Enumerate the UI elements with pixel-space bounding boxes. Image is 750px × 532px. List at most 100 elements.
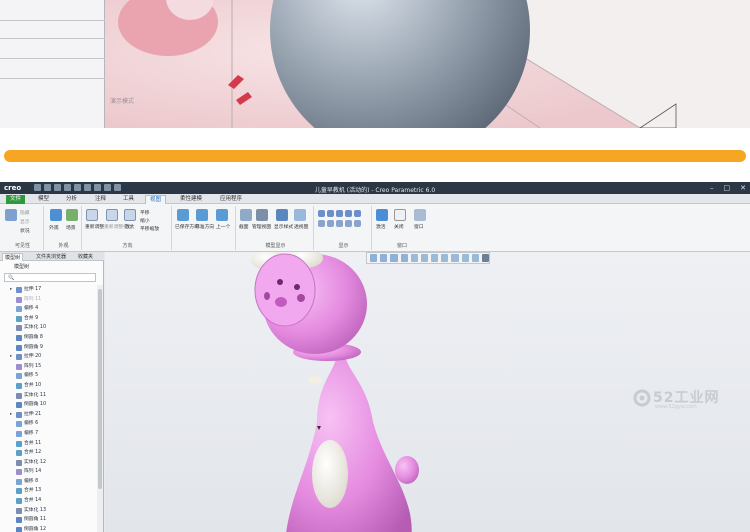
repaint-icon[interactable] [400,254,408,262]
tab-model-tree[interactable]: 模型树 [2,253,24,261]
standard-orientation-button[interactable]: 标准方向 [195,223,214,230]
display-style-icon[interactable] [276,209,288,221]
tree-item[interactable]: ▸ 拉伸 17 [0,285,96,295]
previous-view-icon[interactable] [216,209,228,221]
tree-item[interactable]: 实体化 13 [0,506,96,516]
tree-item[interactable]: 合并 13 [0,486,96,496]
show-button[interactable]: 显示 [20,218,30,225]
expand-arrow-icon[interactable]: ▸ [10,410,12,420]
section-icon[interactable] [240,209,252,221]
saved-views-toolbar-icon[interactable] [420,254,429,262]
annotation-toolbar-icon[interactable] [461,254,469,262]
refit-icon[interactable] [86,209,98,221]
zoom-out-button[interactable]: 缩小 [140,217,150,224]
scene-icon[interactable] [66,209,78,221]
datum-display-toolbar-icon[interactable] [451,254,459,262]
tree-item[interactable]: 倒圆角 9 [0,343,96,353]
tree-item[interactable]: 偏移 7 [0,429,96,439]
refit-button[interactable]: 重新调整 [85,223,104,230]
tab-applications[interactable]: 应用程序 [216,195,246,204]
display-style-toolbar-icon[interactable] [410,254,418,262]
tree-item[interactable]: 偏移 4 [0,304,96,314]
tab-model[interactable]: 模型 [34,195,53,204]
tree-item[interactable]: ▸ 拉伸 21 [0,410,96,420]
appearance-button[interactable]: 外观 [49,224,59,231]
close-icon[interactable]: ✕ [740,184,746,192]
tree-item[interactable]: 倒圆角 11 [0,515,96,525]
tab-folder-browser[interactable]: 文件夹浏览器 [34,253,68,261]
point-tags-icon[interactable] [336,220,343,227]
tab-annotate[interactable]: 注释 [91,195,110,204]
refit-toolbar-icon[interactable] [370,254,378,262]
selection-toolbar-icon[interactable] [481,254,490,262]
layers-icon[interactable] [5,209,17,221]
saved-orientation-icon[interactable] [177,209,189,221]
expand-arrow-icon[interactable]: ▸ [10,285,12,295]
tree-item[interactable]: 合并 11 [0,439,96,449]
maximize-icon[interactable]: □ [724,184,731,192]
tree-item[interactable]: 倒圆角 12 [0,525,96,532]
tab-file[interactable]: 文件 [6,195,26,204]
hide-button[interactable]: 隐藏 [20,209,30,216]
perspective-button[interactable]: 透视图 [294,223,308,230]
tree-item[interactable]: 倒圆角 10 [0,400,96,410]
tree-item[interactable]: 实体化 12 [0,458,96,468]
zoom-in-icon[interactable] [106,209,118,221]
datum-planes-icon[interactable] [318,210,325,217]
tab-flexible-modeling[interactable]: 柔性建模 [176,195,206,204]
tab-analysis[interactable]: 分析 [62,195,81,204]
activate-icon[interactable] [376,209,388,221]
spin-center-toolbar-icon[interactable] [471,254,479,262]
scroll-thumb[interactable] [98,289,102,489]
tree-item[interactable]: 偏移 6 [0,419,96,429]
tree-scrollbar[interactable] [97,285,103,532]
axis-tags-icon[interactable] [327,220,334,227]
tab-favorites[interactable]: 收藏夹 [76,253,95,261]
tree-item[interactable]: 合并 14 [0,496,96,506]
tree-item[interactable]: 实体化 11 [0,391,96,401]
tree-item[interactable]: 合并 10 [0,381,96,391]
display-style-button[interactable]: 显示样式 [274,223,293,230]
manage-views-button[interactable]: 管理视图 [252,223,271,230]
datum-axes-icon[interactable] [327,210,334,217]
annotations-icon[interactable] [354,210,361,217]
perspective-toolbar-icon[interactable] [441,254,449,262]
zoom-out-toolbar-icon[interactable] [390,254,398,262]
tree-item[interactable]: 阵列 15 [0,362,96,372]
plane-tags-icon[interactable] [318,220,325,227]
tab-tools[interactable]: 工具 [119,195,138,204]
tree-item[interactable]: 实体化 10 [0,323,96,333]
csys-icon[interactable] [345,210,352,217]
tree-item[interactable]: 偏移 8 [0,477,96,487]
expand-arrow-icon[interactable]: ▸ [10,352,12,362]
appearance-icon[interactable] [50,209,62,221]
tree-item[interactable]: 合并 12 [0,448,96,458]
previous-view-button[interactable]: 上一个 [216,223,230,230]
windows-icon[interactable] [414,209,426,221]
csys-tags-icon[interactable] [345,220,352,227]
zoom-box-icon[interactable] [124,209,136,221]
minimize-icon[interactable]: – [710,184,714,192]
tree-item[interactable]: 阵列 14 [0,467,96,477]
tree-item[interactable]: ▸ 拉伸 20 [0,352,96,362]
close-model-icon[interactable] [394,209,406,221]
perspective-icon[interactable] [294,209,306,221]
tree-item[interactable]: 偏移 5 [0,371,96,381]
datum-points-icon[interactable] [336,210,343,217]
zoom-in-button[interactable]: 放大 [125,223,135,230]
tree-item[interactable]: 阵列 11 [0,295,96,305]
windows-button[interactable]: 窗口 [414,223,424,230]
view-manager-toolbar-icon[interactable] [431,254,439,262]
tree-item[interactable]: 合并 9 [0,314,96,324]
spin-center-icon[interactable] [354,220,361,227]
tree-filter-input[interactable]: 🔍 [4,273,96,282]
pan-button[interactable]: 平移 [140,209,150,216]
standard-orientation-icon[interactable] [196,209,208,221]
close-model-button[interactable]: 关闭 [394,223,404,230]
section-button[interactable]: 截面 [239,223,249,230]
scene-button[interactable]: 场景 [66,224,76,231]
status-button[interactable]: 状况 [20,227,30,234]
activate-button[interactable]: 激活 [376,223,386,230]
zoom-in-toolbar-icon[interactable] [380,254,388,262]
tab-view[interactable]: 视图 [145,195,167,204]
